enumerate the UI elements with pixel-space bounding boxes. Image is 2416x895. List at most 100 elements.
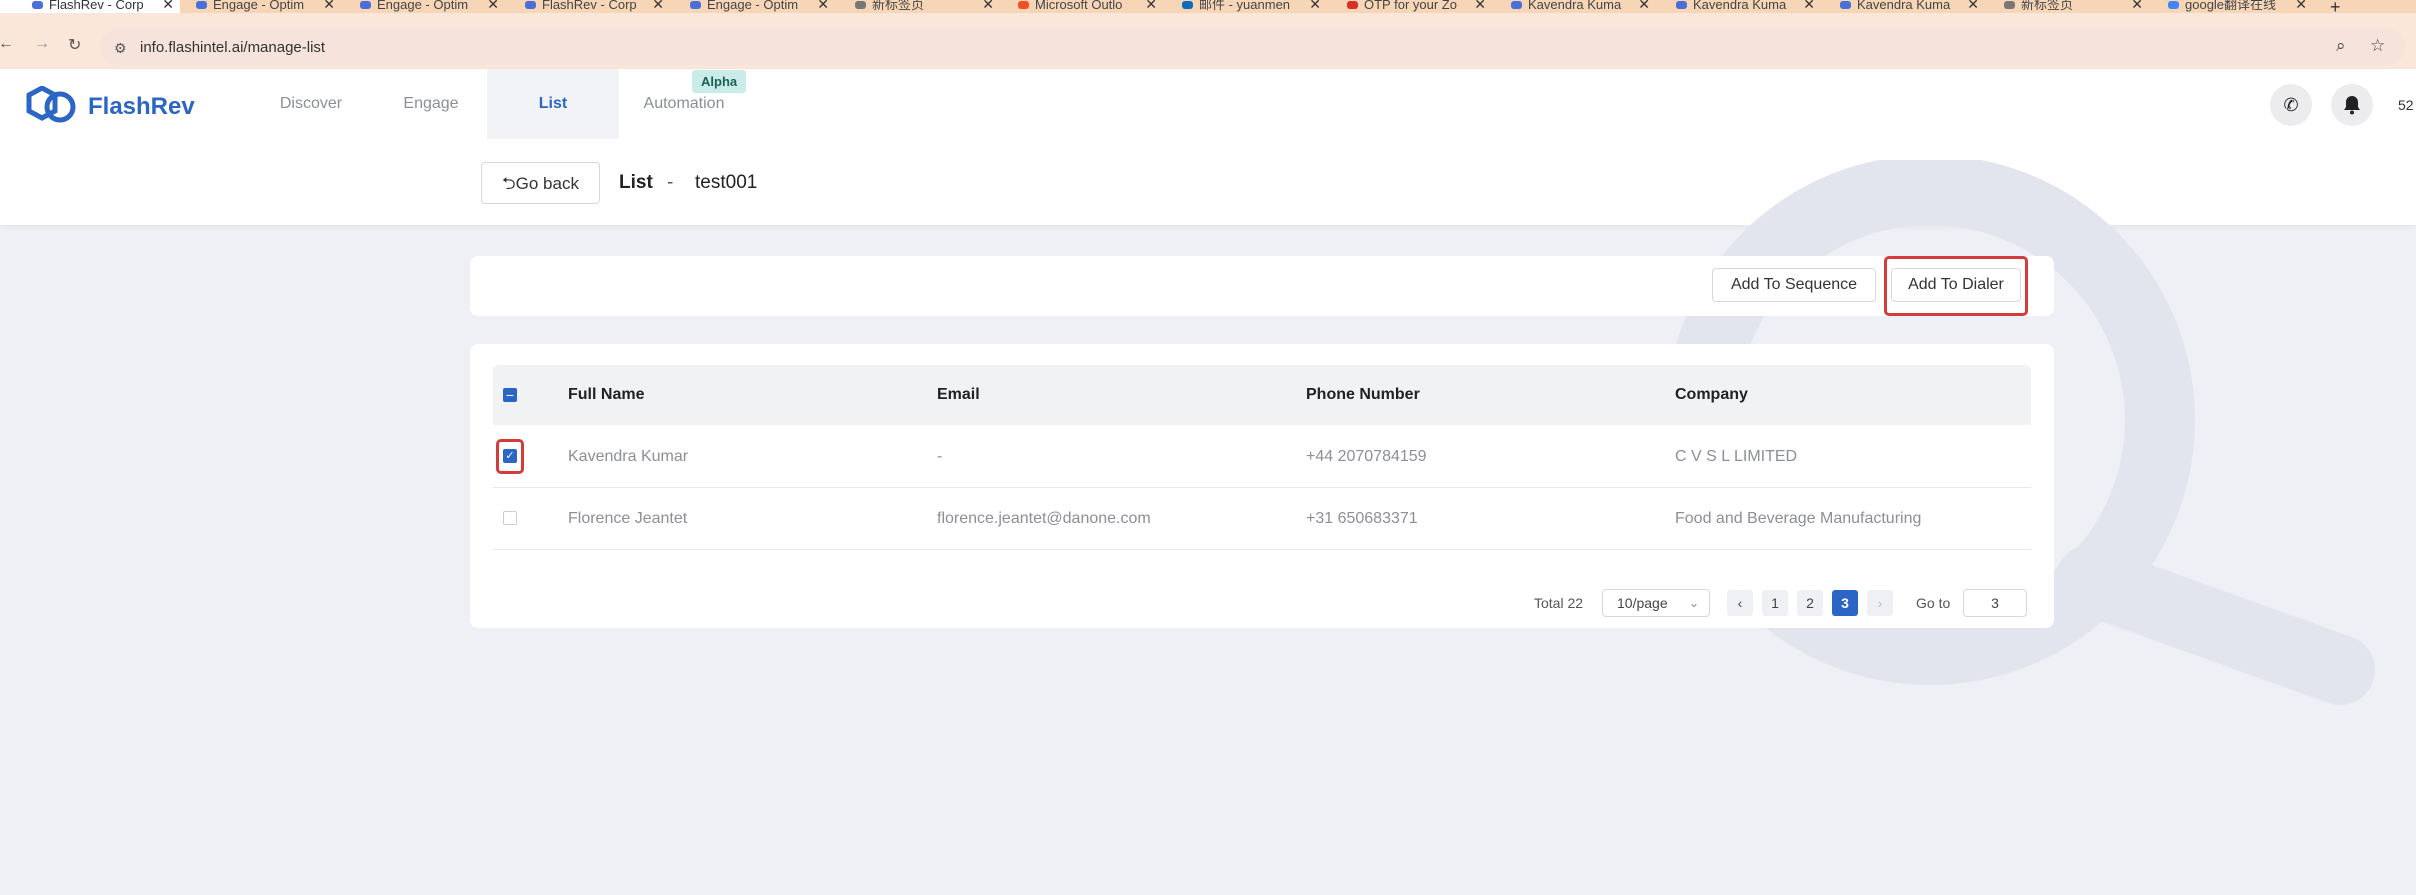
browser-tab[interactable]: 新标签页 ✕	[2004, 0, 2149, 13]
forward-arrow-icon[interactable]: →	[34, 35, 50, 53]
page-button-1[interactable]: 1	[1762, 590, 1788, 616]
tab-favicon-icon	[32, 1, 43, 9]
browser-tab[interactable]: Engage - Optim ✕	[360, 0, 505, 13]
column-header-company[interactable]: Company	[1675, 365, 1748, 425]
close-tab-icon[interactable]: ✕	[1638, 0, 1650, 11]
list-separator: -	[667, 172, 674, 193]
cell-full-name: Florence Jeantet	[568, 510, 688, 527]
site-info-icon[interactable]: ⚙	[114, 40, 127, 57]
flashrev-logo[interactable]: FlashRev	[24, 83, 195, 131]
contacts-table: − Full Name Email Phone Number Company ✓…	[470, 344, 2054, 628]
back-arrow-icon[interactable]: ←	[0, 35, 14, 53]
url-text[interactable]: info.flashintel.ai/manage-list	[140, 39, 325, 56]
next-page-button[interactable]: ›	[1867, 590, 1893, 616]
cell-company: C V S L LIMITED	[1675, 448, 1798, 465]
goto-label: Go to	[1916, 595, 1951, 611]
browser-tab[interactable]: FlashRev - Corp ✕	[0, 0, 180, 13]
tab-favicon-icon	[2004, 1, 2015, 9]
tab-favicon-icon	[1840, 1, 1851, 9]
nav-tab-engage[interactable]: Engage	[390, 69, 472, 139]
brand-name: FlashRev	[88, 93, 195, 120]
header-count: 52	[2398, 97, 2414, 113]
cell-phone: +44 2070784159	[1306, 448, 1427, 465]
browser-tab[interactable]: Engage - Optim ✕	[690, 0, 835, 13]
browser-tab[interactable]: 邮件 - yuanmen ✕	[1182, 0, 1327, 13]
highlight-box	[1884, 256, 2028, 316]
column-header-email[interactable]: Email	[937, 365, 980, 425]
close-tab-icon[interactable]: ✕	[652, 0, 664, 11]
select-all-checkbox[interactable]: −	[503, 388, 517, 402]
close-tab-icon[interactable]: ✕	[817, 0, 829, 11]
close-tab-icon[interactable]: ✕	[2131, 0, 2143, 11]
browser-tab[interactable]: Microsoft Outlo ✕	[1018, 0, 1163, 13]
tab-favicon-icon	[690, 1, 701, 9]
close-tab-icon[interactable]: ✕	[1967, 0, 1979, 11]
close-tab-icon[interactable]: ✕	[487, 0, 499, 11]
list-name: test001	[695, 172, 758, 193]
table-row[interactable]: Florence Jeantet florence.jeantet@danone…	[493, 488, 2031, 550]
browser-tab[interactable]: google翻译在线 ✕	[2168, 0, 2313, 13]
go-back-button[interactable]: ⮌Go back	[481, 162, 600, 204]
close-tab-icon[interactable]: ✕	[162, 0, 174, 11]
row-checkbox[interactable]	[503, 511, 517, 525]
undo-arrow-icon: ⮌	[502, 174, 516, 193]
pagination-total: Total 22	[1534, 595, 1584, 611]
table-row[interactable]: ✓ Kavendra Kumar - +44 2070784159 C V S …	[493, 426, 2031, 488]
tab-favicon-icon	[1347, 1, 1358, 9]
browser-tab[interactable]: Kavendra Kuma ✕	[1511, 0, 1656, 13]
close-tab-icon[interactable]: ✕	[2295, 0, 2307, 11]
bookmark-star-icon[interactable]: ☆	[2370, 36, 2385, 56]
tab-favicon-icon	[855, 1, 866, 9]
browser-tab[interactable]: Kavendra Kuma ✕	[1676, 0, 1821, 13]
flashrev-logo-icon	[26, 86, 76, 123]
prev-page-button[interactable]: ‹	[1727, 590, 1753, 616]
nav-tab-list[interactable]: List	[487, 69, 619, 139]
nav-tab-discover[interactable]: Discover	[268, 69, 354, 139]
goto-page-input[interactable]: 3	[1963, 589, 2027, 617]
close-tab-icon[interactable]: ✕	[1803, 0, 1815, 11]
column-header-full-name[interactable]: Full Name	[568, 365, 644, 425]
cell-company: Food and Beverage Manufacturing	[1675, 510, 1922, 527]
browser-tab[interactable]: Engage - Optim ✕	[196, 0, 341, 13]
bell-icon	[2344, 96, 2360, 115]
column-header-phone[interactable]: Phone Number	[1306, 365, 1420, 425]
list-label: List	[619, 172, 653, 193]
highlight-box	[496, 439, 524, 474]
browser-tab[interactable]: 新标签页 ✕	[855, 0, 1000, 13]
tab-favicon-icon	[196, 1, 207, 9]
tab-favicon-icon	[1511, 1, 1522, 9]
close-tab-icon[interactable]: ✕	[1309, 0, 1321, 11]
browser-tab[interactable]: Kavendra Kuma ✕	[1840, 0, 1985, 13]
chevron-right-icon: ›	[1877, 595, 1883, 611]
reload-icon[interactable]: ↻	[68, 35, 81, 55]
phone-button[interactable]: ✆	[2270, 84, 2312, 126]
new-tab-icon[interactable]: +	[2330, 0, 2341, 13]
table-header: − Full Name Email Phone Number Company	[493, 365, 2031, 425]
tab-favicon-icon	[1018, 1, 1029, 9]
phone-icon: ✆	[2283, 95, 2299, 115]
cell-phone: +31 650683371	[1306, 510, 1418, 527]
browser-toolbar: ← → ↻ ⚙ info.flashintel.ai/manage-list ⌕…	[0, 13, 2416, 69]
page-size-select[interactable]: 10/page ⌄	[1602, 589, 1710, 617]
close-tab-icon[interactable]: ✕	[982, 0, 994, 11]
page-button-3[interactable]: 3	[1832, 590, 1858, 616]
cell-email: florence.jeantet@danone.com	[937, 510, 1151, 527]
tab-favicon-icon	[360, 1, 371, 9]
address-bar[interactable]	[100, 29, 2405, 65]
alpha-badge: Alpha	[692, 70, 747, 93]
tab-favicon-icon	[2168, 1, 2179, 9]
chevron-down-icon: ⌄	[1688, 596, 1699, 610]
add-to-sequence-button[interactable]: Add To Sequence	[1712, 268, 1876, 302]
page-button-2[interactable]: 2	[1797, 590, 1823, 616]
browser-tab[interactable]: OTP for your Zo ✕	[1347, 0, 1492, 13]
browser-tab[interactable]: FlashRev - Corp ✕	[525, 0, 670, 13]
tab-favicon-icon	[525, 1, 536, 9]
zoom-icon[interactable]: ⌕	[2336, 36, 2346, 56]
close-tab-icon[interactable]: ✕	[1145, 0, 1157, 11]
notification-button[interactable]	[2331, 84, 2373, 126]
tab-favicon-icon	[1676, 1, 1687, 9]
close-tab-icon[interactable]: ✕	[1474, 0, 1486, 11]
close-tab-icon[interactable]: ✕	[323, 0, 335, 11]
cell-email: -	[937, 448, 943, 465]
action-bar: Add To Sequence Add To Dialer	[470, 256, 2054, 316]
